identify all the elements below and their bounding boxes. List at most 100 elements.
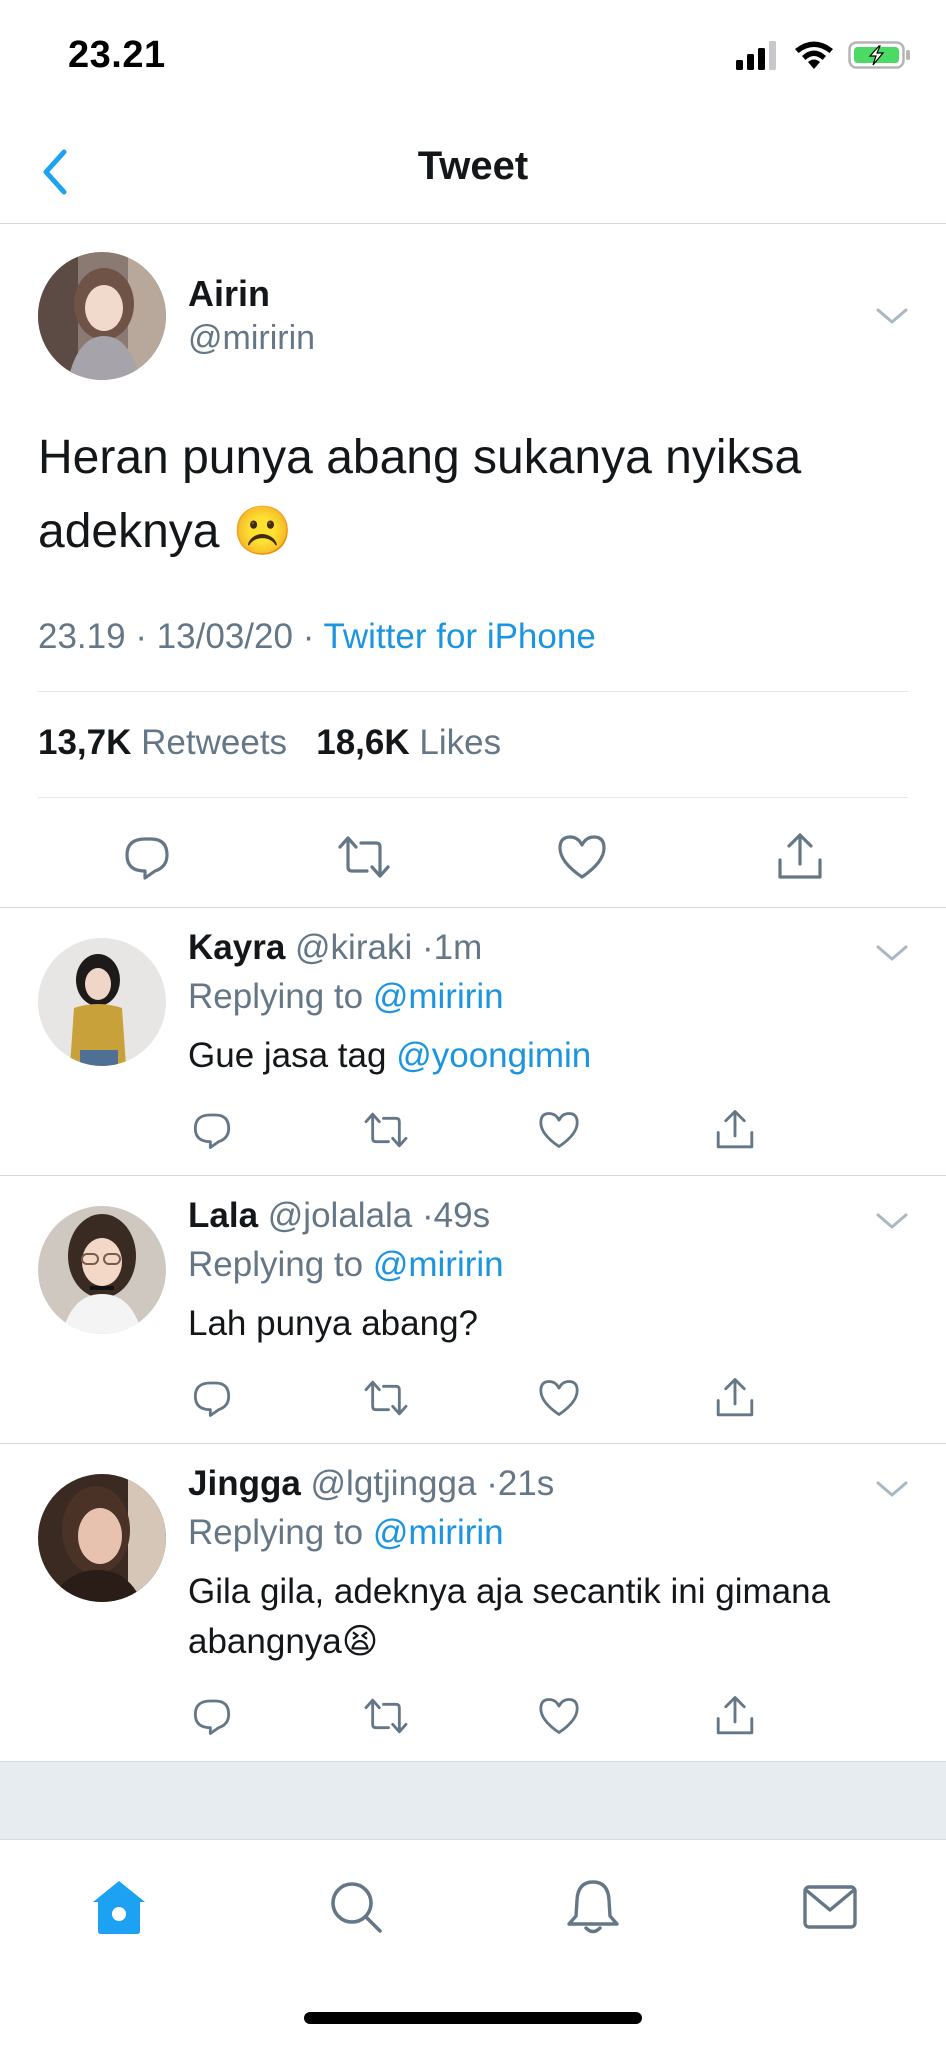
like-button[interactable] bbox=[535, 1374, 583, 1422]
share-icon bbox=[778, 833, 822, 879]
reply-icon bbox=[193, 1381, 231, 1417]
retweet-button[interactable] bbox=[362, 1692, 410, 1740]
replying-to-link[interactable]: @miririn bbox=[373, 1245, 504, 1284]
reply-text: Gue jasa tag @yoongimin bbox=[188, 1031, 908, 1081]
frowning-emoji: ☹️ bbox=[232, 505, 293, 558]
reply-icon bbox=[193, 1699, 231, 1735]
reply-button[interactable] bbox=[117, 827, 177, 887]
chevron-down-icon[interactable] bbox=[872, 1206, 912, 1236]
status-icons bbox=[736, 40, 912, 70]
avatar-image bbox=[38, 1206, 166, 1334]
home-indicator[interactable] bbox=[304, 2012, 642, 2024]
signal-icon bbox=[736, 41, 776, 70]
reply-text-content: Gila gila, adeknya aja secantik ini gima… bbox=[188, 1572, 831, 1661]
likes-count: 18,6K bbox=[316, 723, 410, 762]
reply-header: Jingga @lgtjingga ·21s bbox=[188, 1464, 554, 1504]
page-title: Tweet bbox=[417, 144, 529, 188]
meta-separator: · bbox=[302, 617, 324, 656]
status-time: 23.21 bbox=[68, 34, 166, 76]
retweet-button[interactable] bbox=[334, 827, 394, 887]
mention-link[interactable]: @yoongimin bbox=[396, 1036, 591, 1075]
tweet-source-link[interactable]: Twitter for iPhone bbox=[323, 617, 595, 656]
retweet-button[interactable] bbox=[362, 1374, 410, 1422]
reply-icon bbox=[193, 1113, 231, 1149]
meta-separator: · bbox=[422, 1196, 434, 1235]
heart-icon bbox=[558, 835, 606, 879]
author-handle[interactable]: @miririn bbox=[188, 319, 315, 358]
retweet-icon bbox=[364, 1380, 408, 1416]
retweet-button[interactable] bbox=[362, 1106, 410, 1154]
author-name[interactable]: Airin bbox=[188, 273, 270, 315]
nav-bar: Tweet bbox=[0, 120, 946, 224]
reply-tweet[interactable]: Lala @jolalala ·49s Replying to @miririn… bbox=[0, 1175, 946, 1443]
reply-button[interactable] bbox=[188, 1106, 236, 1154]
chevron-down-icon[interactable] bbox=[872, 938, 912, 968]
tweet-text-content: Heran punya abang sukanya nyiksa adeknya bbox=[38, 431, 802, 558]
avatar-image bbox=[38, 938, 166, 1066]
share-icon bbox=[716, 1110, 754, 1149]
reply-author-name[interactable]: Lala bbox=[188, 1196, 258, 1235]
replying-to-label: Replying to bbox=[188, 1245, 364, 1284]
bell-icon bbox=[567, 1880, 619, 1934]
reply-tweet[interactable]: Kayra @kiraki ·1m Replying to @miririn G… bbox=[0, 907, 946, 1175]
reply-header: Lala @jolalala ·49s bbox=[188, 1196, 490, 1236]
reply-icon bbox=[125, 837, 169, 880]
replying-to-label: Replying to bbox=[188, 977, 364, 1016]
reply-age: 1m bbox=[433, 928, 483, 967]
avatar[interactable] bbox=[38, 1474, 166, 1602]
retweet-icon bbox=[364, 1698, 408, 1734]
tweet-time: 23.19 bbox=[38, 617, 126, 656]
reply-author-name[interactable]: Jingga bbox=[188, 1464, 301, 1503]
replying-to-link[interactable]: @miririn bbox=[373, 1513, 504, 1552]
share-icon bbox=[716, 1378, 754, 1417]
heart-icon bbox=[539, 1380, 579, 1416]
reply-header: Kayra @kiraki ·1m bbox=[188, 928, 482, 968]
reply-text-content: Lah punya abang? bbox=[188, 1304, 478, 1343]
avatar[interactable] bbox=[38, 938, 166, 1066]
share-button[interactable] bbox=[711, 1106, 759, 1154]
reply-author-handle[interactable]: @jolalala bbox=[268, 1196, 413, 1235]
heart-icon bbox=[539, 1698, 579, 1734]
battery-icon bbox=[848, 41, 910, 69]
like-button[interactable] bbox=[535, 1106, 583, 1154]
reply-age: 21s bbox=[497, 1464, 555, 1503]
status-bar: 23.21 bbox=[0, 0, 946, 120]
tab-messages[interactable] bbox=[795, 1872, 865, 1942]
like-button[interactable] bbox=[535, 1692, 583, 1740]
chevron-down-icon[interactable] bbox=[872, 301, 912, 331]
replying-to: Replying to @miririn bbox=[188, 1513, 504, 1553]
chevron-down-icon[interactable] bbox=[872, 1474, 912, 1504]
replying-to-link[interactable]: @miririn bbox=[373, 977, 504, 1016]
share-icon bbox=[716, 1696, 754, 1735]
tab-home[interactable] bbox=[84, 1872, 154, 1942]
wifi-icon bbox=[795, 41, 833, 69]
search-icon bbox=[331, 1882, 382, 1933]
avatar[interactable] bbox=[38, 1206, 166, 1334]
reply-text: Lah punya abang? bbox=[188, 1299, 908, 1349]
retweet-icon bbox=[364, 1112, 408, 1148]
avatar[interactable] bbox=[38, 252, 166, 380]
reply-button[interactable] bbox=[188, 1692, 236, 1740]
avatar-image bbox=[38, 1474, 166, 1602]
reply-author-name[interactable]: Kayra bbox=[188, 928, 285, 967]
retweet-icon bbox=[338, 836, 390, 878]
likes-stat[interactable]: 18,6K Likes bbox=[316, 723, 501, 762]
share-button[interactable] bbox=[711, 1692, 759, 1740]
retweets-count: 13,7K bbox=[38, 723, 132, 762]
meta-separator: · bbox=[421, 928, 434, 967]
share-button[interactable] bbox=[711, 1374, 759, 1422]
reply-author-handle[interactable]: @lgtjingga bbox=[311, 1464, 477, 1503]
share-button[interactable] bbox=[770, 827, 830, 887]
reply-author-handle[interactable]: @kiraki bbox=[295, 928, 412, 967]
meta-separator: · bbox=[486, 1464, 498, 1503]
avatar-image bbox=[38, 252, 166, 380]
reply-tweet[interactable]: Jingga @lgtjingga ·21s Replying to @miri… bbox=[0, 1443, 946, 1761]
likes-label: Likes bbox=[419, 723, 502, 762]
like-button[interactable] bbox=[552, 827, 612, 887]
reply-text-content: Gue jasa tag bbox=[188, 1036, 387, 1075]
reply-button[interactable] bbox=[188, 1374, 236, 1422]
tab-notifications[interactable] bbox=[558, 1872, 628, 1942]
retweets-stat[interactable]: 13,7K Retweets bbox=[38, 723, 287, 762]
divider bbox=[38, 691, 908, 692]
tab-search[interactable] bbox=[321, 1872, 391, 1942]
